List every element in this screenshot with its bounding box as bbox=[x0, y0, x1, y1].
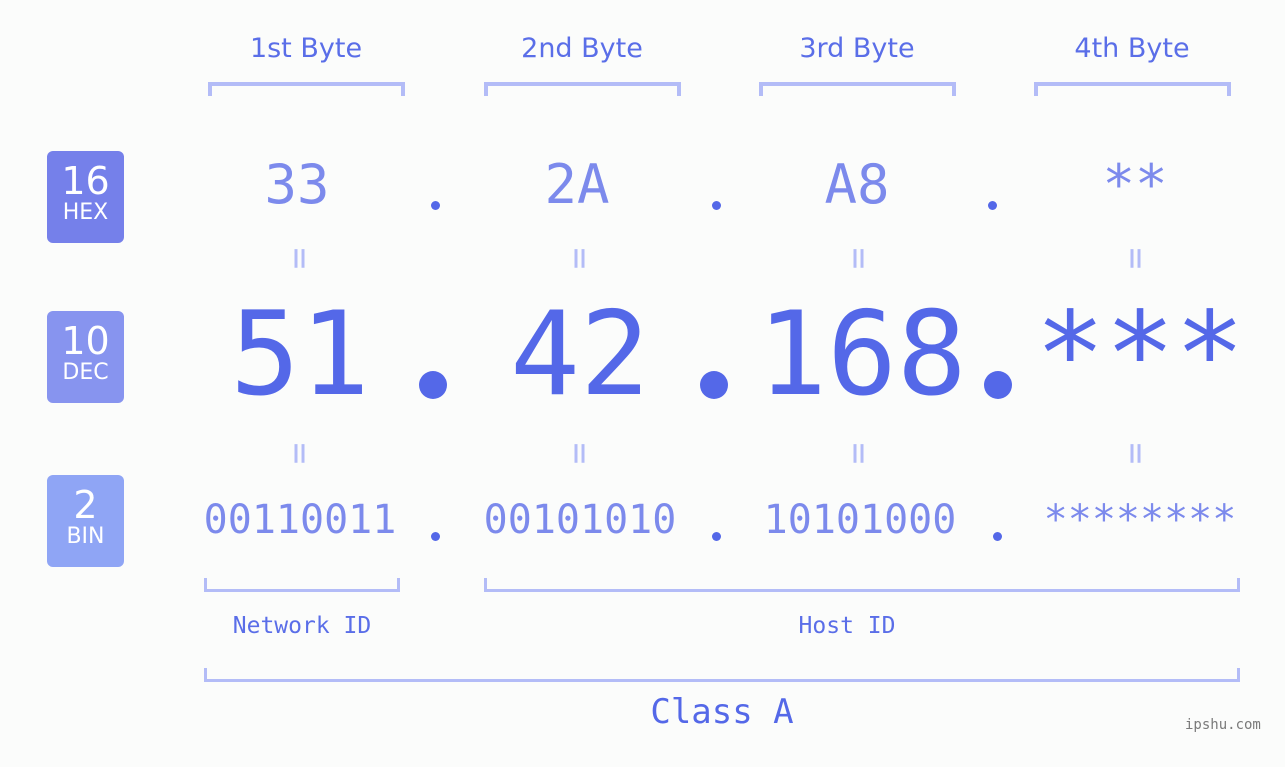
byte-header-2: 2nd Byte bbox=[521, 33, 643, 64]
dec-dot-3 bbox=[984, 371, 1012, 399]
equals-dec-bin-4: = bbox=[1115, 442, 1157, 465]
byte-header-4: 4th Byte bbox=[1074, 33, 1190, 64]
hex-base: 16 bbox=[61, 159, 110, 203]
dec-dot-1 bbox=[419, 371, 447, 399]
host-id-label: Host ID bbox=[798, 613, 896, 639]
equals-hex-dec-2: = bbox=[559, 247, 601, 270]
dec-base: 10 bbox=[61, 319, 110, 363]
dec-byte-4: *** bbox=[1035, 287, 1245, 422]
dec-dot-2 bbox=[700, 371, 728, 399]
byte-bracket-3 bbox=[759, 82, 956, 96]
equals-dec-bin-1: = bbox=[279, 442, 321, 465]
network-id-bracket bbox=[204, 578, 400, 592]
bin-badge: 2 BIN bbox=[47, 475, 124, 567]
hex-byte-4: ** bbox=[1102, 153, 1168, 216]
equals-dec-bin-3: = bbox=[838, 442, 880, 465]
host-id-bracket bbox=[484, 578, 1240, 592]
watermark: ipshu.com bbox=[1185, 717, 1261, 733]
hex-badge: 16 HEX bbox=[47, 151, 124, 243]
bin-byte-3: 10101000 bbox=[763, 497, 957, 543]
hex-dot-2 bbox=[712, 201, 721, 210]
equals-dec-bin-2: = bbox=[559, 442, 601, 465]
byte-bracket-2 bbox=[484, 82, 681, 96]
hex-dot-3 bbox=[988, 201, 997, 210]
byte-bracket-4 bbox=[1034, 82, 1231, 96]
hex-byte-3: A8 bbox=[824, 153, 890, 216]
network-id-label: Network ID bbox=[232, 613, 372, 639]
dec-label: DEC bbox=[62, 360, 109, 385]
dec-byte-1: 51 bbox=[230, 287, 370, 422]
bin-base: 2 bbox=[73, 483, 98, 527]
byte-bracket-1 bbox=[208, 82, 405, 96]
equals-hex-dec-4: = bbox=[1115, 247, 1157, 270]
byte-header-1: 1st Byte bbox=[249, 33, 363, 64]
equals-hex-dec-3: = bbox=[838, 247, 880, 270]
bin-dot-2 bbox=[712, 532, 721, 541]
byte-header-3: 3rd Byte bbox=[799, 33, 915, 64]
bin-byte-2: 00101010 bbox=[483, 497, 677, 543]
bin-label: BIN bbox=[66, 524, 105, 549]
bin-byte-1: 00110011 bbox=[203, 497, 397, 543]
dec-badge: 10 DEC bbox=[47, 311, 124, 403]
hex-label: HEX bbox=[62, 200, 109, 225]
hex-byte-1: 33 bbox=[264, 153, 330, 216]
hex-dot-1 bbox=[431, 201, 440, 210]
dec-byte-2: 42 bbox=[510, 287, 650, 422]
dec-byte-3: 168 bbox=[757, 287, 967, 422]
bin-dot-3 bbox=[993, 532, 1002, 541]
class-label: Class A bbox=[650, 692, 794, 732]
class-bracket bbox=[204, 668, 1240, 682]
equals-hex-dec-1: = bbox=[279, 247, 321, 270]
bin-byte-4: ******** bbox=[1043, 497, 1237, 543]
bin-dot-1 bbox=[431, 532, 440, 541]
hex-byte-2: 2A bbox=[544, 153, 610, 216]
